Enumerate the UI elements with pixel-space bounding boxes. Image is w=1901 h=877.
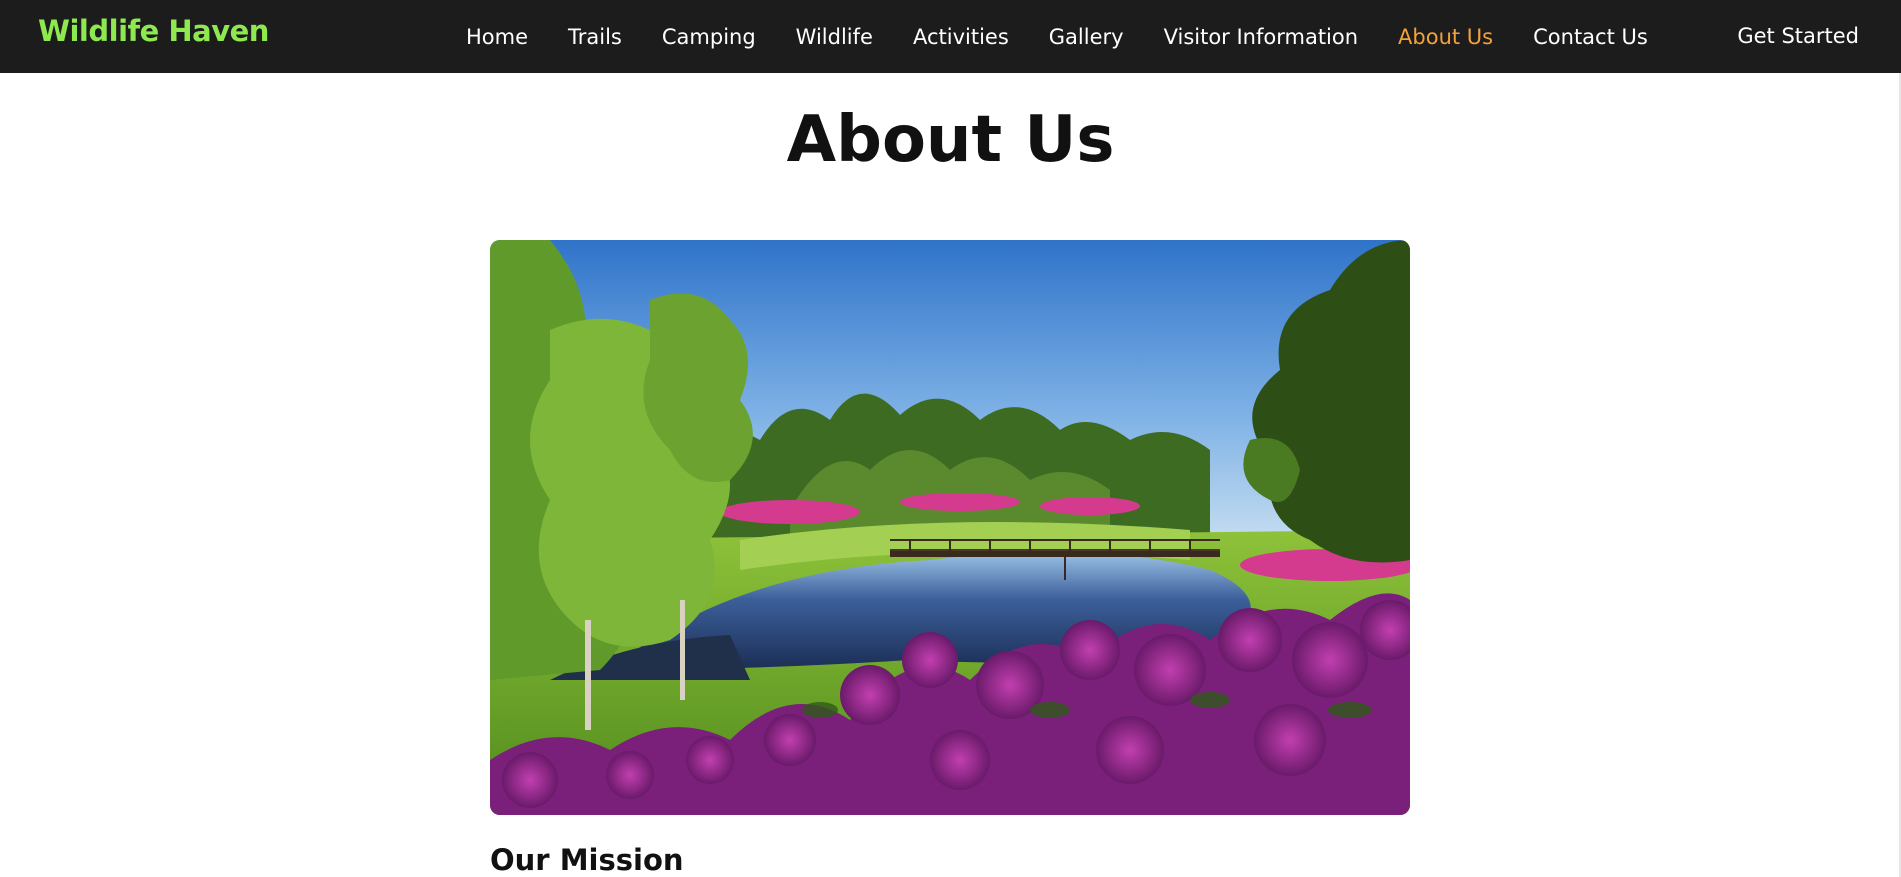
- page-title: About Us: [786, 103, 1115, 177]
- landscape-photo-icon: [490, 240, 1410, 815]
- top-navbar: Wildlife Haven Home Trails Camping Wildl…: [0, 0, 1901, 73]
- hero-landscape-image: [490, 240, 1410, 815]
- nav-link-trails[interactable]: Trails: [568, 25, 622, 49]
- nav-link-about-us[interactable]: About Us: [1398, 25, 1493, 49]
- site-logo[interactable]: Wildlife Haven: [38, 14, 269, 48]
- nav-link-visitor-information[interactable]: Visitor Information: [1164, 25, 1358, 49]
- nav-link-camping[interactable]: Camping: [662, 25, 756, 49]
- nav-link-wildlife[interactable]: Wildlife: [796, 25, 873, 49]
- nav-link-home[interactable]: Home: [466, 25, 528, 49]
- nav-link-activities[interactable]: Activities: [913, 25, 1009, 49]
- nav-link-gallery[interactable]: Gallery: [1049, 25, 1124, 49]
- nav-link-contact-us[interactable]: Contact Us: [1533, 25, 1648, 49]
- page: Wildlife Haven Home Trails Camping Wildl…: [0, 0, 1901, 877]
- nav-links: Home Trails Camping Wildlife Activities …: [466, 0, 1688, 73]
- section-heading-our-mission: Our Mission: [490, 843, 684, 877]
- get-started-button[interactable]: Get Started: [1737, 0, 1859, 73]
